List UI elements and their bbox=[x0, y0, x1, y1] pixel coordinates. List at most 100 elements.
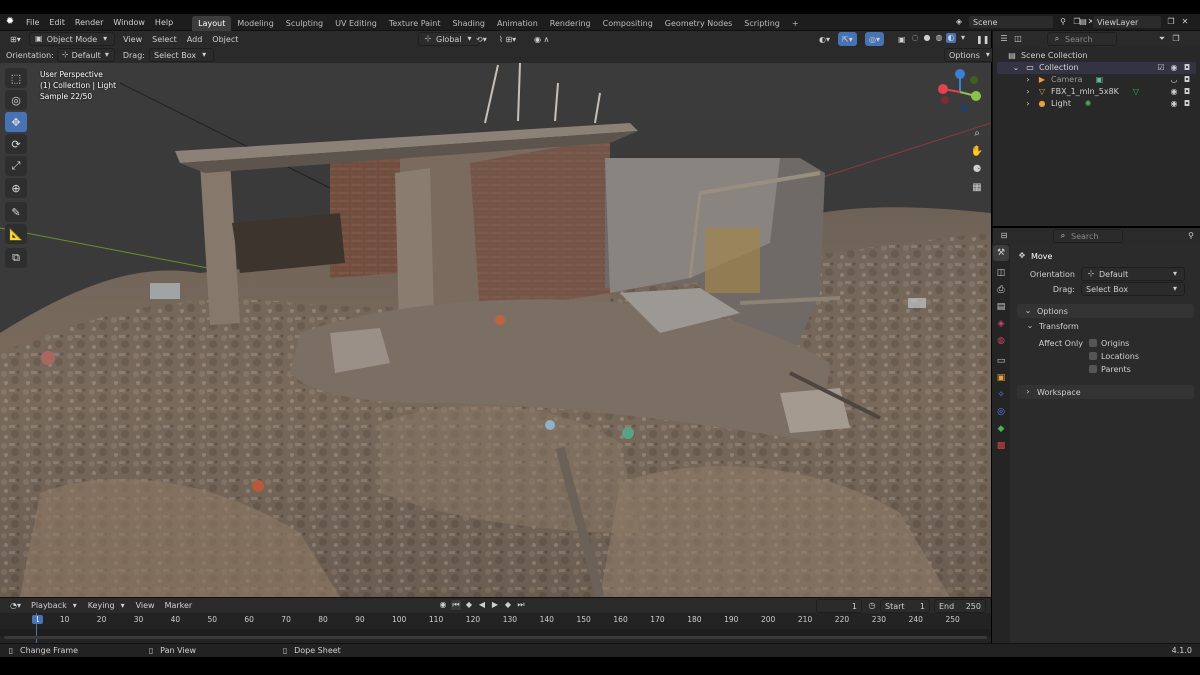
collection-tab-icon[interactable]: ▭ bbox=[993, 353, 1009, 369]
select-box-tool-icon[interactable]: ⬚ bbox=[5, 68, 27, 88]
tab-scripting[interactable]: Scripting bbox=[738, 16, 786, 31]
expand-arrow-icon[interactable]: › bbox=[1023, 99, 1033, 109]
overlay-icon[interactable]: ◎▾ bbox=[865, 32, 884, 46]
modifier-tab-icon[interactable]: ✧ bbox=[993, 387, 1009, 403]
zoom-icon[interactable]: ⌕ bbox=[968, 125, 986, 143]
world-tab-icon[interactable]: ◍ bbox=[993, 333, 1009, 349]
eye-icon[interactable]: ◉ bbox=[1169, 87, 1179, 97]
transform-subpanel-header[interactable]: ⌄ Transform bbox=[1017, 319, 1194, 333]
editor-type-icon[interactable]: ☰ bbox=[999, 34, 1009, 44]
pin-icon[interactable]: ⚲ bbox=[1186, 231, 1196, 241]
material-tab-icon[interactable]: ▩ bbox=[993, 438, 1009, 454]
visibility-icon[interactable]: ◐▾ bbox=[815, 32, 834, 46]
annotate-tool-icon[interactable]: ✎ bbox=[5, 202, 27, 222]
outliner-search[interactable]: ⌕ Search bbox=[1047, 32, 1117, 46]
navigation-gizmo[interactable] bbox=[936, 68, 984, 116]
scene-tab-icon[interactable]: ◈ bbox=[993, 316, 1009, 332]
record-icon[interactable]: ◉ bbox=[438, 600, 448, 610]
snap-icon[interactable]: ⌇ ⊞▾ bbox=[495, 32, 520, 46]
move-tool-icon[interactable]: ✥ bbox=[5, 112, 27, 132]
menu-file[interactable]: File bbox=[21, 18, 44, 27]
menu-object[interactable]: Object bbox=[212, 35, 238, 44]
timeline-body[interactable]: 1 10 20 30 40 50 60 70 80 90 100 110 120 130 140 150 160… bbox=[0, 613, 991, 643]
proportional-edit-icon[interactable]: ◉ ∧ bbox=[530, 32, 553, 46]
options-panel-header[interactable]: ⌄ Options bbox=[1017, 304, 1194, 318]
add-workspace-icon[interactable]: + bbox=[786, 16, 805, 31]
rotate-tool-icon[interactable]: ⟳ bbox=[5, 134, 27, 154]
collection-row[interactable]: ⌄ ▭ Collection ☑ ◉ ◘ bbox=[997, 62, 1196, 74]
xray-icon[interactable]: ▣ bbox=[894, 32, 910, 46]
jump-keyframe-back-icon[interactable]: ◆ bbox=[464, 600, 474, 610]
3d-viewport[interactable]: User Perspective (1) Collection | Light … bbox=[0, 63, 991, 597]
eye-icon[interactable]: ◉ bbox=[1169, 99, 1179, 109]
physics-tab-icon[interactable]: ◎ bbox=[993, 404, 1009, 420]
stopwatch-icon[interactable]: ◷ bbox=[867, 601, 877, 611]
filter-icon[interactable]: ⏷ bbox=[1157, 34, 1167, 44]
new-view-layer-icon[interactable]: ❐ bbox=[1166, 17, 1176, 27]
tab-geometry-nodes[interactable]: Geometry Nodes bbox=[659, 16, 738, 31]
tab-layout[interactable]: Layout bbox=[192, 15, 232, 31]
pin-icon[interactable]: ⚲ bbox=[1058, 17, 1068, 27]
view-layer-icon[interactable]: ▤ bbox=[1078, 17, 1088, 27]
menu-timeline-view[interactable]: View bbox=[136, 601, 155, 610]
menu-playback[interactable]: Playback ▾ bbox=[27, 599, 84, 613]
add-cube-tool-icon[interactable]: ⧉ bbox=[5, 248, 27, 268]
material-shading-icon[interactable]: ◍ bbox=[934, 33, 944, 43]
menu-view[interactable]: View bbox=[123, 35, 142, 44]
camera-render-icon[interactable]: ◘ bbox=[1182, 75, 1192, 85]
camera-render-icon[interactable]: ◘ bbox=[1182, 99, 1192, 109]
render-tab-icon[interactable]: ◫ bbox=[993, 265, 1009, 281]
delete-view-layer-icon[interactable]: ✕ bbox=[1180, 17, 1190, 27]
expand-arrow-icon[interactable]: ⌄ bbox=[1011, 63, 1021, 73]
camera-render-icon[interactable]: ◘ bbox=[1182, 63, 1192, 73]
parents-checkbox[interactable] bbox=[1089, 365, 1097, 373]
shading-options-icon[interactable]: ▾ bbox=[958, 33, 968, 43]
menu-select[interactable]: Select bbox=[152, 35, 177, 44]
checkbox-icon[interactable]: ☑ bbox=[1156, 63, 1166, 73]
camera-render-icon[interactable]: ◘ bbox=[1182, 87, 1192, 97]
transform-tool-icon[interactable]: ⊕ bbox=[5, 178, 27, 198]
tab-texture-paint[interactable]: Texture Paint bbox=[383, 16, 447, 31]
expand-arrow-icon[interactable]: › bbox=[1023, 87, 1033, 97]
outliner-item-mesh[interactable]: › ▽ FBX_1_mln_5x8K ▽ ◉ ◘ bbox=[997, 86, 1196, 98]
scene-collection-row[interactable]: ▤ Scene Collection bbox=[997, 50, 1196, 62]
props-drag-dropdown[interactable]: Select Box ▾ bbox=[1081, 282, 1185, 296]
data-tab-icon[interactable]: ◆ bbox=[993, 421, 1009, 437]
workspace-panel-header[interactable]: › Workspace bbox=[1017, 385, 1194, 399]
wireframe-shading-icon[interactable]: ◌ bbox=[910, 33, 920, 43]
menu-edit[interactable]: Edit bbox=[44, 18, 70, 27]
tab-compositing[interactable]: Compositing bbox=[597, 16, 659, 31]
mode-dropdown[interactable]: ▣ Object Mode ▾ bbox=[28, 32, 116, 46]
drag-dropdown[interactable]: Select Box ▾ bbox=[148, 48, 215, 62]
start-frame-field[interactable]: Start 1 bbox=[880, 599, 930, 613]
play-reverse-icon[interactable]: ◀ bbox=[477, 600, 487, 610]
play-icon[interactable]: ▶ bbox=[490, 600, 500, 610]
menu-add[interactable]: Add bbox=[187, 35, 203, 44]
menu-window[interactable]: Window bbox=[108, 18, 150, 27]
output-tab-icon[interactable]: ⎙ bbox=[993, 282, 1009, 298]
ortho-grid-icon[interactable]: ▦ bbox=[968, 179, 986, 197]
scene-field[interactable]: Scene bbox=[968, 15, 1054, 29]
outliner-item-light[interactable]: › ● Light ✺ ◉ ◘ bbox=[997, 98, 1196, 110]
scene-icon[interactable]: ◈ bbox=[954, 17, 964, 27]
view-layer-tab-icon[interactable]: ▤ bbox=[993, 299, 1009, 315]
current-frame-field[interactable]: 1 bbox=[816, 599, 862, 613]
scale-tool-icon[interactable]: ⤢ bbox=[5, 156, 27, 176]
menu-keying[interactable]: Keying ▾ bbox=[84, 599, 132, 613]
expand-arrow-icon[interactable]: › bbox=[1023, 75, 1033, 85]
options-dropdown[interactable]: Options ▾ bbox=[944, 48, 998, 62]
pivot-point-icon[interactable]: ⟲▾ bbox=[472, 32, 491, 46]
tab-modeling[interactable]: Modeling bbox=[231, 16, 279, 31]
menu-render[interactable]: Render bbox=[70, 18, 108, 27]
pause-render-icon[interactable]: ❚❚ bbox=[972, 32, 993, 46]
eye-closed-icon[interactable]: ◡ bbox=[1169, 75, 1179, 85]
tool-tab-icon[interactable]: ⚒ bbox=[993, 245, 1009, 261]
locations-checkbox[interactable] bbox=[1089, 352, 1097, 360]
frame-ruler[interactable]: 1 10 20 30 40 50 60 70 80 90 100 110 120 130 140 150 160… bbox=[0, 613, 991, 627]
tab-rendering[interactable]: Rendering bbox=[544, 16, 597, 31]
camera-view-icon[interactable]: ⚈ bbox=[968, 161, 986, 179]
jump-start-icon[interactable]: ⏮ bbox=[451, 600, 461, 610]
tab-animation[interactable]: Animation bbox=[491, 16, 544, 31]
origins-checkbox[interactable] bbox=[1089, 339, 1097, 347]
view-layer-field[interactable]: ViewLayer bbox=[1092, 15, 1162, 29]
